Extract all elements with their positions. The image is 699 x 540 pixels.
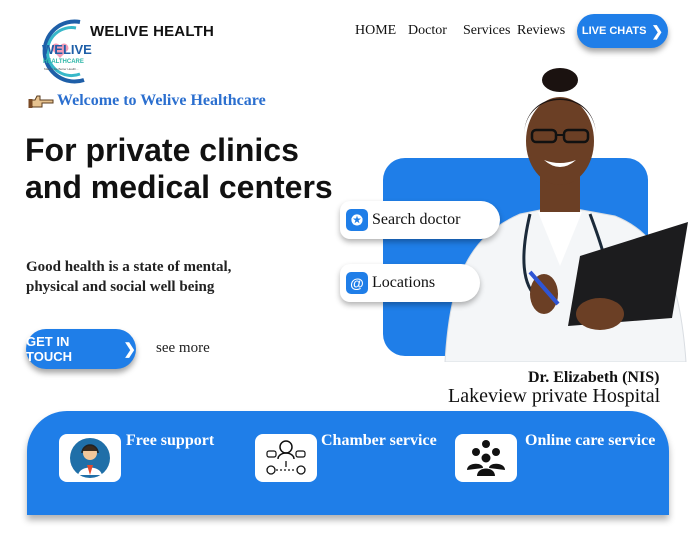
search-doctor-button[interactable]: ✪ Search doctor	[340, 201, 500, 239]
service-free-support[interactable]: Free support	[126, 432, 214, 450]
live-chats-button[interactable]: LIVE CHATS ❯	[577, 14, 668, 48]
logo-tagline: Make Live Better Health...	[44, 67, 79, 71]
chevron-right-icon: ❯	[123, 341, 136, 358]
logo-text-mid: HEALTHCARE	[43, 59, 84, 65]
get-in-touch-label: GET IN TOUCH	[26, 334, 72, 364]
welcome-text: Welcome to Welive Healthcare	[57, 92, 266, 109]
nav-services[interactable]: Services	[463, 23, 510, 39]
nav-home[interactable]: HOME	[355, 23, 396, 39]
welcome-banner: Welcome to Welive Healthcare	[28, 92, 266, 110]
hero-title: For private clinics and medical centers	[25, 132, 333, 205]
locations-label: Locations	[372, 274, 436, 291]
nav-doctor[interactable]: Doctor	[408, 23, 447, 39]
brand-name: WELIVE HEALTH	[90, 23, 214, 40]
service-online-care[interactable]: Online care service	[525, 432, 655, 450]
search-doctor-icon: ✪	[346, 209, 368, 231]
service-chamber[interactable]: Chamber service	[321, 432, 437, 450]
live-chats-label: LIVE CHATS	[581, 25, 647, 37]
logo-mark: WELIVE HEALTHCARE Make Live Better Healt…	[42, 19, 92, 84]
chamber-network-icon	[255, 434, 317, 482]
search-doctor-label: Search doctor	[372, 211, 461, 228]
brand-logo[interactable]: WELIVE HEALTHCARE Make Live Better Healt…	[30, 14, 92, 88]
pointing-hand-icon	[28, 95, 54, 108]
logo-text-top: WELIVE	[42, 42, 92, 57]
group-people-icon	[455, 434, 517, 482]
see-more-link[interactable]: see more	[156, 340, 210, 357]
hero-subtitle: Good health is a state of mental, physic…	[26, 259, 232, 295]
support-agent-icon	[59, 434, 121, 482]
nav-reviews[interactable]: Reviews	[517, 23, 565, 39]
services-panel	[27, 411, 669, 515]
locations-button[interactable]: @ Locations	[340, 264, 480, 302]
hospital-name: Lakeview private Hospital	[448, 385, 661, 407]
chevron-right-icon: ❯	[651, 22, 664, 39]
at-sign-icon: @	[346, 272, 368, 294]
get-in-touch-button[interactable]: GET IN TOUCH ❯	[26, 329, 136, 369]
